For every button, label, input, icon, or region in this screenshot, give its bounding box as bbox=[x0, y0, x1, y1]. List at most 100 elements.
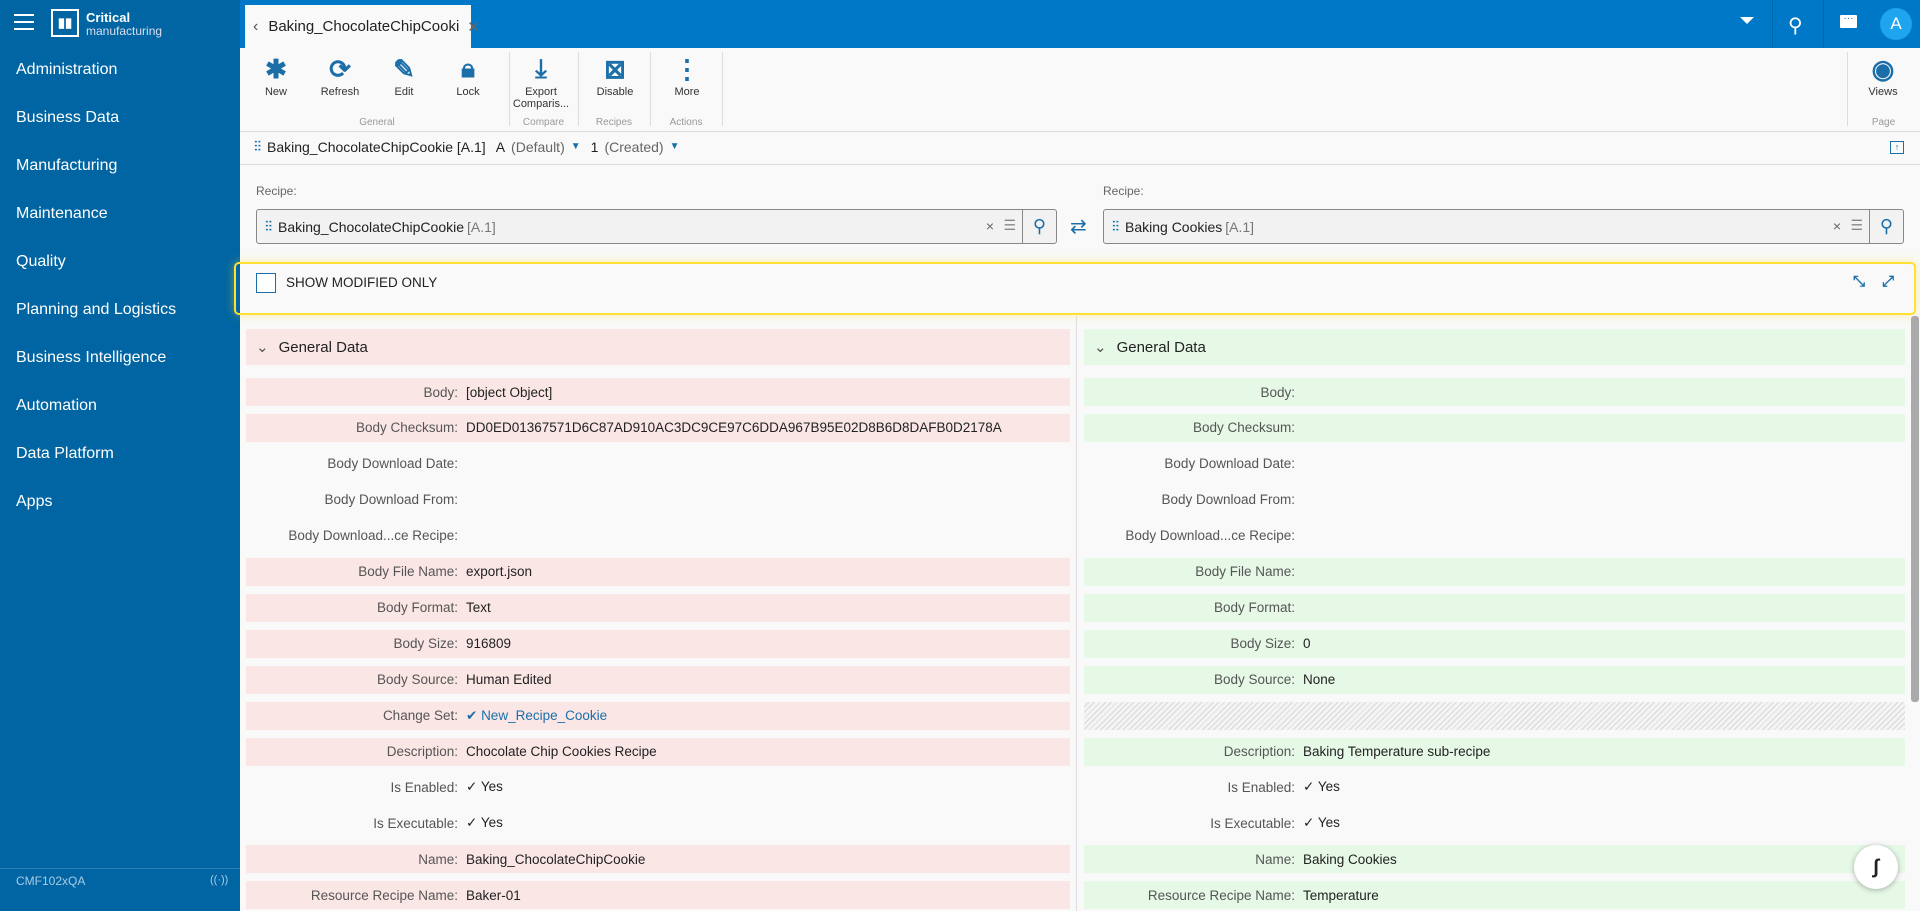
group-label: Page bbox=[1871, 117, 1896, 128]
search-button[interactable]: ⚲ bbox=[1022, 210, 1056, 243]
logo: ▮▮ bbox=[51, 9, 79, 37]
sidebar-item-automation[interactable]: Automation bbox=[16, 397, 97, 415]
search-button[interactable]: ⚲ bbox=[1869, 210, 1903, 243]
sidebar-item-maintenance[interactable]: Maintenance bbox=[16, 205, 108, 223]
panel-toggle-icon[interactable]: ↑ bbox=[1890, 141, 1904, 154]
sidebar-item-manufacturing[interactable]: Manufacturing bbox=[16, 157, 117, 175]
button-label: New bbox=[264, 86, 287, 98]
field-label: Description: bbox=[386, 744, 458, 759]
right-row-resourcerecipename: Resource Recipe Name: Temperature bbox=[1084, 881, 1905, 910]
chevron-down-icon[interactable]: ▼ bbox=[571, 141, 581, 152]
button-label: Refresh bbox=[320, 86, 360, 98]
field-value: [object Object] bbox=[466, 384, 553, 400]
divider bbox=[240, 131, 1920, 132]
right-row-bodyfilename: Body File Name: bbox=[1084, 557, 1905, 586]
divider bbox=[578, 52, 579, 126]
collapse-all-icon[interactable]: ⤡ bbox=[1853, 273, 1865, 290]
clear-icon[interactable]: × bbox=[1833, 218, 1841, 234]
divider bbox=[1823, 0, 1824, 48]
left-recipe-version: [A.1] bbox=[467, 218, 496, 235]
field-label: Name: bbox=[418, 851, 458, 867]
left-section-header[interactable]: ⌄ General Data bbox=[246, 329, 1070, 365]
field-value: ✓ Yes bbox=[1303, 815, 1340, 831]
refresh-button[interactable]: ⟳ Refresh bbox=[310, 52, 370, 99]
filter-icon[interactable]: ☰ bbox=[1850, 217, 1863, 234]
new-button[interactable]: ✱ New bbox=[246, 52, 306, 99]
menu-icon[interactable] bbox=[14, 14, 34, 30]
edit-button[interactable]: ✎ Edit bbox=[374, 52, 434, 99]
sidebar-item-quality[interactable]: Quality bbox=[16, 253, 66, 271]
field-label: Body: bbox=[423, 384, 458, 400]
expand-all-icon[interactable]: ⤢ bbox=[1882, 273, 1894, 290]
section-title: General Data bbox=[278, 338, 368, 356]
export-button[interactable]: ⤓ Export Comparis... bbox=[511, 52, 571, 110]
sidebar-item-apps[interactable]: Apps bbox=[16, 493, 52, 511]
right-row-bodychecksum: Body Checksum: bbox=[1084, 413, 1905, 442]
clear-icon[interactable]: × bbox=[986, 218, 994, 234]
field-label: Body: bbox=[1260, 384, 1295, 400]
views-button[interactable]: ◉ Views bbox=[1853, 52, 1913, 99]
left-recipe-input[interactable]: ⫶⫶ Baking_ChocolateChipCookie [A.1] × ☰ … bbox=[256, 209, 1057, 244]
sidebar-item-business-intelligence[interactable]: Business Intelligence bbox=[16, 349, 166, 367]
right-row-name: Name: Baking Cookies bbox=[1084, 845, 1905, 874]
button-label: Lock bbox=[456, 86, 480, 98]
assistant-button[interactable]: ∫ bbox=[1854, 845, 1898, 889]
left-recipe-label: Recipe: bbox=[256, 184, 297, 198]
dropdown-icon[interactable] bbox=[1740, 17, 1754, 24]
field-value: ✓ Yes bbox=[466, 779, 503, 795]
right-row-bodydownloaddate: Body Download Date: bbox=[1084, 450, 1905, 478]
filter-icon[interactable]: ☰ bbox=[1003, 217, 1016, 234]
avatar[interactable]: A bbox=[1880, 8, 1912, 40]
version-state[interactable]: (Default) bbox=[511, 139, 565, 155]
tab-title: Baking_ChocolateChipCooki bbox=[268, 18, 460, 35]
right-row-description: Description: Baking Temperature sub-recip… bbox=[1084, 737, 1905, 766]
field-label: Body Size: bbox=[1230, 636, 1295, 652]
show-modified-label: SHOW MODIFIED ONLY bbox=[286, 275, 438, 290]
lock-button[interactable]: 🔒︎ Lock bbox=[438, 52, 498, 98]
tab-recipe[interactable]: ‹ Baking_ChocolateChipCooki ✕ bbox=[245, 5, 480, 48]
sidebar-item-administration[interactable]: Administration bbox=[16, 61, 117, 79]
left-row-isexecutable: Is Executable: ✓ Yes bbox=[246, 809, 1070, 837]
left-row-bodydownloadcerecipe: Body Download...ce Recipe: bbox=[246, 522, 1070, 550]
field-value[interactable]: ✔ New_Recipe_Cookie bbox=[466, 708, 607, 724]
sidebar-footer-divider bbox=[0, 868, 240, 869]
swap-icon[interactable]: ⇄ bbox=[1070, 214, 1087, 239]
brand-line2: manufacturing bbox=[86, 24, 163, 38]
field-label: Body File Name: bbox=[1195, 564, 1295, 580]
field-label: Is Enabled: bbox=[390, 779, 458, 795]
chevron-down-icon[interactable]: ⌄ bbox=[256, 338, 269, 356]
scrollbar[interactable] bbox=[1911, 316, 1919, 702]
left-row-bodydownloaddate: Body Download Date: bbox=[246, 450, 1070, 478]
sidebar-item-data-platform[interactable]: Data Platform bbox=[16, 445, 114, 463]
chevron-down-icon[interactable]: ⌄ bbox=[1094, 338, 1107, 356]
divider bbox=[722, 52, 723, 126]
search-icon[interactable]: ⚲ bbox=[1788, 13, 1803, 38]
right-recipe-input[interactable]: ⫶⫶ Baking Cookies [A.1] × ☰ ⚲ bbox=[1103, 209, 1904, 244]
field-value: Human Edited bbox=[466, 672, 552, 688]
field-value: DD0ED01367571D6C87AD910AC3DC9CE97C6DDA96… bbox=[466, 420, 1002, 436]
chevron-down-icon[interactable]: ▼ bbox=[670, 141, 680, 152]
close-icon[interactable]: ✕ bbox=[467, 18, 480, 36]
field-label: Body Checksum: bbox=[1192, 420, 1295, 436]
field-label: Resource Recipe Name: bbox=[1147, 887, 1295, 903]
left-row-bodyformat: Body Format: Text bbox=[246, 593, 1070, 622]
revision: 1 bbox=[590, 138, 599, 155]
button-label: More bbox=[674, 86, 700, 98]
back-icon[interactable]: ‹ bbox=[253, 18, 258, 36]
sidebar-item-planning-and-logistics[interactable]: Planning and Logistics bbox=[16, 301, 176, 319]
right-section-header[interactable]: ⌄ General Data bbox=[1084, 329, 1905, 365]
more-button[interactable]: ⋮ More bbox=[657, 52, 717, 99]
revision-state[interactable]: (Created) bbox=[604, 139, 663, 155]
field-label: Body Download...ce Recipe: bbox=[1125, 528, 1295, 544]
asterisk-icon: ✱ bbox=[265, 53, 287, 84]
left-row-name: Name: Baking_ChocolateChipCookie bbox=[246, 845, 1070, 874]
chat-icon[interactable]: ··· bbox=[1840, 14, 1857, 28]
show-modified-checkbox[interactable] bbox=[256, 273, 276, 293]
left-row-body: Body: [object Object] bbox=[246, 378, 1070, 406]
change-set-link[interactable]: New_Recipe_Cookie bbox=[481, 708, 607, 723]
disable-button[interactable]: ⊠ Disable bbox=[585, 52, 645, 99]
button-label: Disable bbox=[596, 86, 634, 98]
connection-icon: ((·)) bbox=[210, 874, 229, 886]
sidebar-item-business-data[interactable]: Business Data bbox=[16, 109, 119, 127]
refresh-icon: ⟳ bbox=[329, 53, 351, 84]
